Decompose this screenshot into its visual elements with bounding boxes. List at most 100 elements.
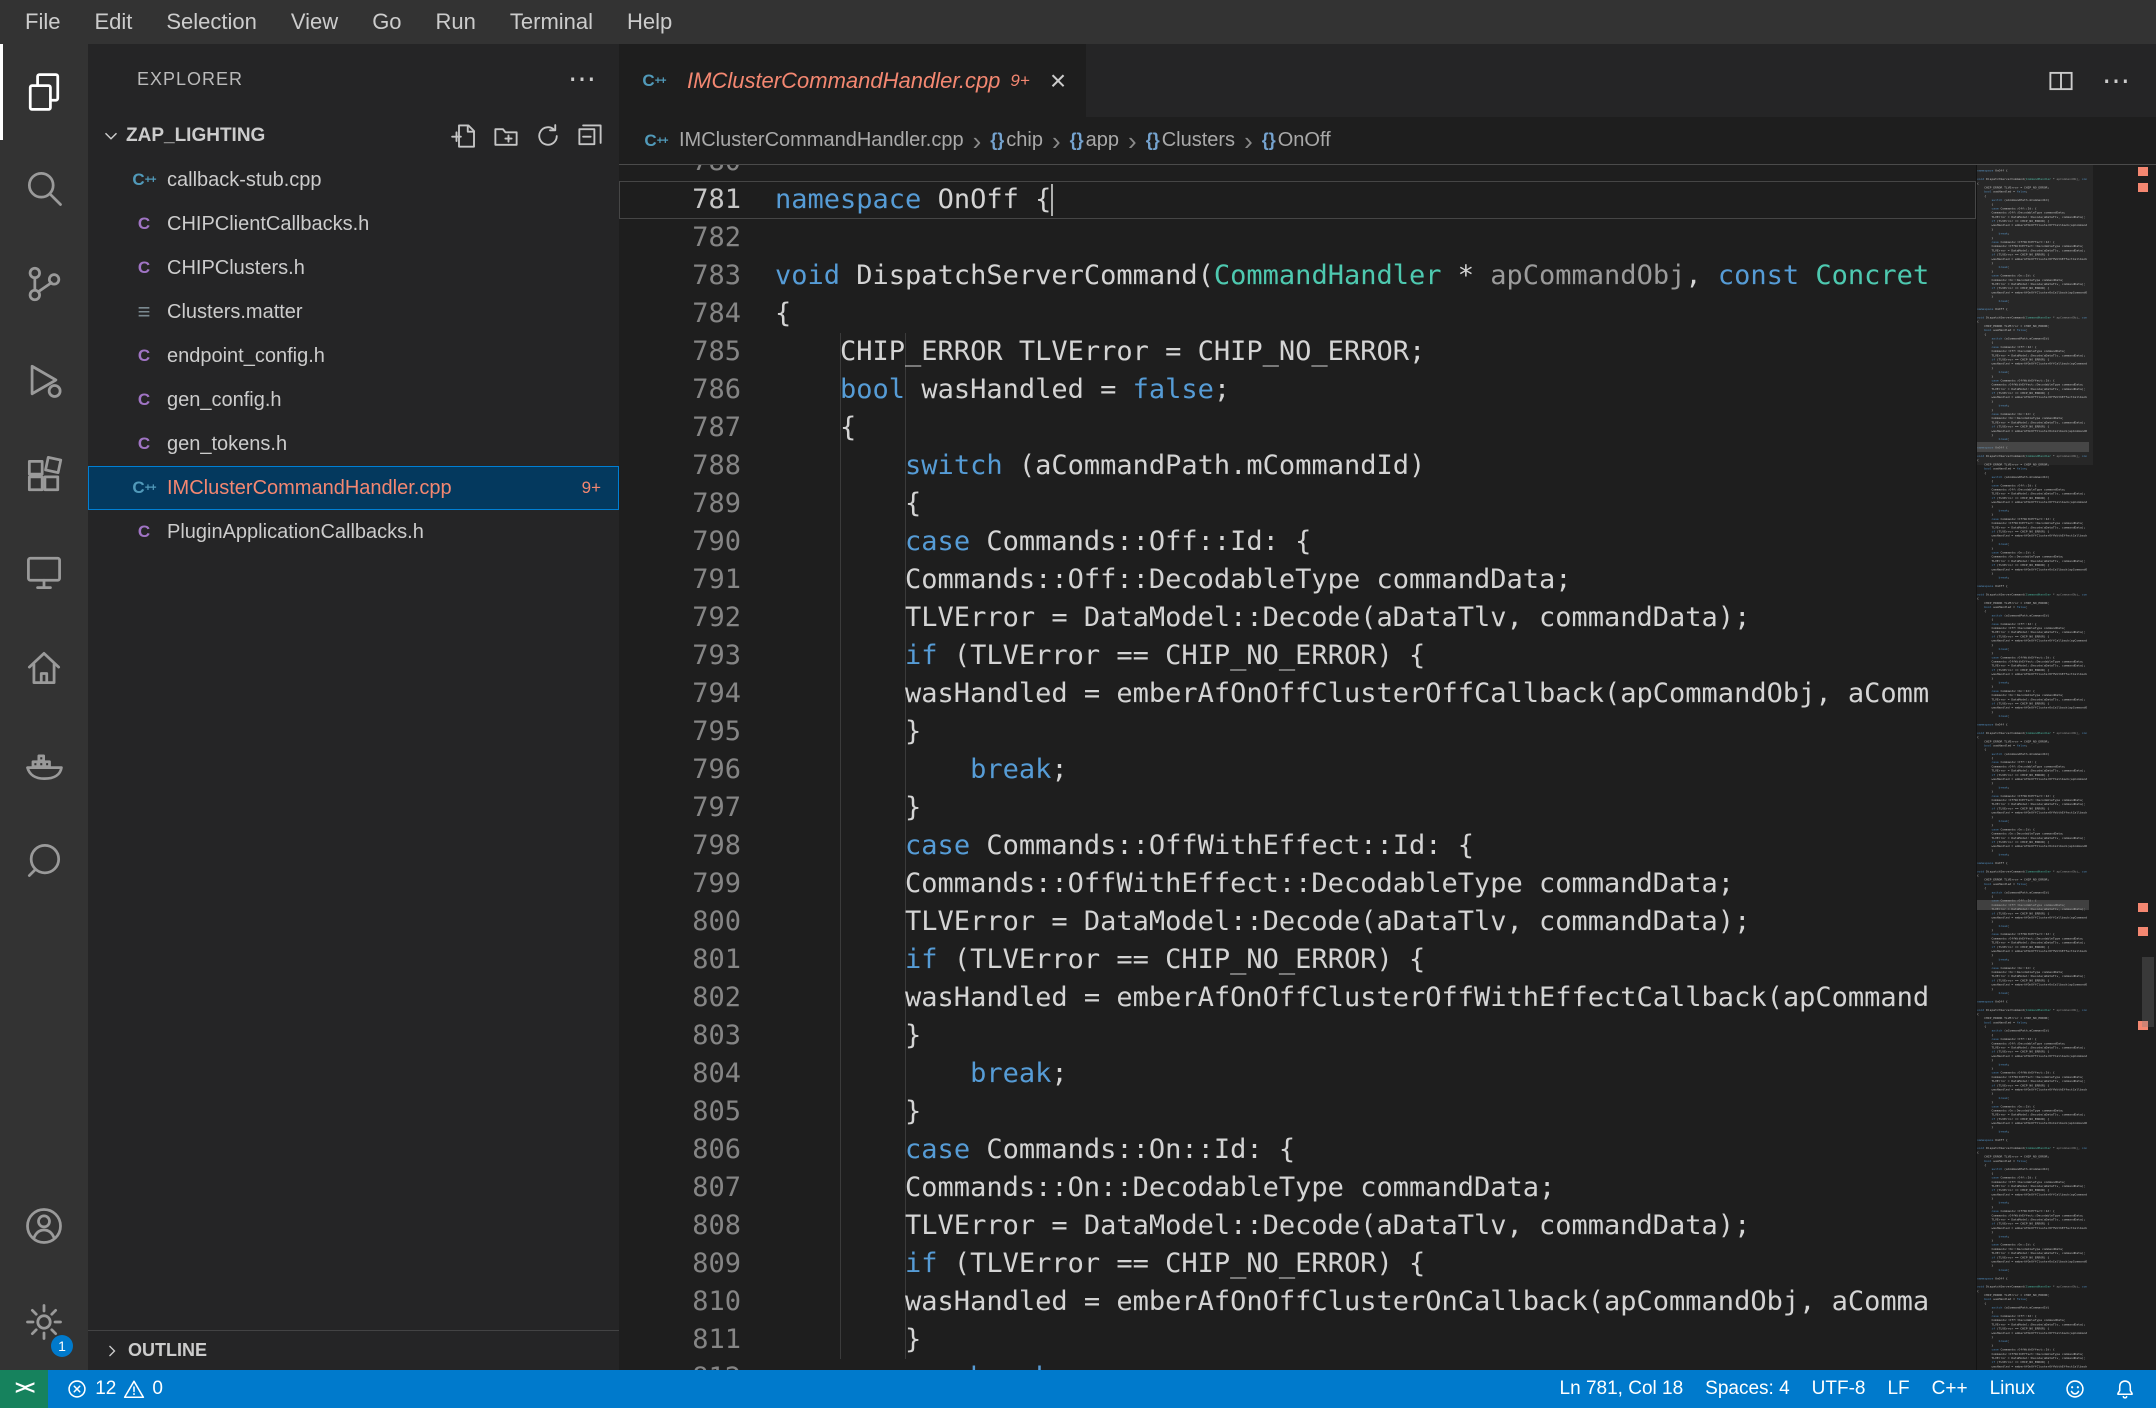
menu-go[interactable]: Go xyxy=(355,0,418,44)
menu-file[interactable]: File xyxy=(8,0,77,44)
code-line-806[interactable]: 806 case Commands::On::Id: { xyxy=(619,1131,1976,1169)
collapse-all-icon[interactable] xyxy=(575,121,605,151)
code-line-797[interactable]: 797 } xyxy=(619,789,1976,827)
code-line-785[interactable]: 785 CHIP_ERROR TLVError = CHIP_NO_ERROR; xyxy=(619,333,1976,371)
code-line-811[interactable]: 811 } xyxy=(619,1321,1976,1359)
breadcrumb-symbol-clusters[interactable]: {} Clusters xyxy=(1146,129,1235,152)
line-number[interactable]: 809 xyxy=(619,1245,741,1283)
line-number[interactable]: 788 xyxy=(619,447,741,485)
menu-help[interactable]: Help xyxy=(610,0,689,44)
line-number[interactable]: 784 xyxy=(619,295,741,333)
explorer-more-actions-icon[interactable]: ⋯ xyxy=(568,65,597,93)
file-row-chipclusters-h[interactable]: C CHIPClusters.h xyxy=(88,246,619,290)
breadcrumb-symbol-chip[interactable]: {} chip xyxy=(990,129,1043,152)
status-language-mode[interactable]: C++ xyxy=(1921,1378,1979,1400)
new-folder-icon[interactable] xyxy=(491,121,521,151)
run-debug-icon[interactable] xyxy=(0,332,88,428)
code-line-782[interactable]: 782 xyxy=(619,219,1976,257)
line-number[interactable]: 795 xyxy=(619,713,741,751)
code-line-789[interactable]: 789 { xyxy=(619,485,1976,523)
file-row-endpoint-config-h[interactable]: Cendpoint_config.h xyxy=(88,334,619,378)
line-number[interactable]: 786 xyxy=(619,371,741,409)
code-line-793[interactable]: 793 if (TLVError == CHIP_NO_ERROR) { xyxy=(619,637,1976,675)
line-number[interactable]: 804 xyxy=(619,1055,741,1093)
line-number[interactable]: 805 xyxy=(619,1093,741,1131)
line-number[interactable]: 807 xyxy=(619,1169,741,1207)
status-cursor-position[interactable]: Ln 781, Col 18 xyxy=(1549,1378,1695,1400)
status-encoding[interactable]: UTF-8 xyxy=(1801,1378,1877,1400)
code-line-791[interactable]: 791 Commands::Off::DecodableType command… xyxy=(619,561,1976,599)
editor-more-actions-icon[interactable]: ⋯ xyxy=(2102,64,2130,97)
minimap[interactable]: namespace OnOff {void DispatchServerComm… xyxy=(1976,165,2156,1370)
feedback-smiley-icon[interactable] xyxy=(2054,1378,2096,1400)
line-number[interactable]: 806 xyxy=(619,1131,741,1169)
line-number[interactable]: 811 xyxy=(619,1321,741,1359)
status-eol[interactable]: LF xyxy=(1876,1378,1920,1400)
line-number[interactable]: 798 xyxy=(619,827,741,865)
settings-gear-icon[interactable]: 1 xyxy=(0,1274,88,1370)
search-icon[interactable] xyxy=(0,140,88,236)
code-line-786[interactable]: 786 bool wasHandled = false; xyxy=(619,371,1976,409)
line-number[interactable]: 802 xyxy=(619,979,741,1017)
code-line-802[interactable]: 802 wasHandled = emberAfOnOffClusterOffW… xyxy=(619,979,1976,1017)
code-line-794[interactable]: 794 wasHandled = emberAfOnOffClusterOffC… xyxy=(619,675,1976,713)
code-line-781[interactable]: 781 namespace OnOff { xyxy=(619,181,1976,219)
breadcrumb-file[interactable]: C ++ IMClusterCommandHandler.cpp xyxy=(641,129,963,152)
docker-icon[interactable] xyxy=(0,716,88,812)
code-line-807[interactable]: 807 Commands::On::DecodableType commandD… xyxy=(619,1169,1976,1207)
circle-tool-icon[interactable] xyxy=(0,812,88,908)
home-icon[interactable] xyxy=(0,620,88,716)
extensions-icon[interactable] xyxy=(0,428,88,524)
line-number[interactable]: 808 xyxy=(619,1207,741,1245)
menu-selection[interactable]: Selection xyxy=(149,0,274,44)
code-line-783[interactable]: 783 void DispatchServerCommand(CommandHan… xyxy=(619,257,1976,295)
tab-close-icon[interactable]: × xyxy=(1050,66,1066,94)
file-row-imclustercommandhandler-cpp[interactable]: C ++ IMClusterCommandHandler.cpp 9+ xyxy=(88,466,619,510)
file-row-gen-tokens-h[interactable]: Cgen_tokens.h xyxy=(88,422,619,466)
line-number[interactable]: 789 xyxy=(619,485,741,523)
line-number[interactable]: 782 xyxy=(619,219,741,257)
code-line-801[interactable]: 801 if (TLVError == CHIP_NO_ERROR) { xyxy=(619,941,1976,979)
code-line-792[interactable]: 792 TLVError = DataModel::Decode(aDataTl… xyxy=(619,599,1976,637)
line-number[interactable]: 803 xyxy=(619,1017,741,1055)
notifications-bell-icon[interactable] xyxy=(2104,1378,2146,1400)
line-number[interactable]: 799 xyxy=(619,865,741,903)
minimap-slider[interactable] xyxy=(1977,165,2093,465)
code-line-787[interactable]: 787 { xyxy=(619,409,1976,447)
code-editor[interactable]: 780781 namespace OnOff {782783 void Dispat… xyxy=(619,165,2156,1370)
line-number[interactable]: 801 xyxy=(619,941,741,979)
line-number[interactable]: 793 xyxy=(619,637,741,675)
outline-section[interactable]: OUTLINE xyxy=(88,1330,619,1370)
code-line-796[interactable]: 796 break; xyxy=(619,751,1976,789)
code-line-795[interactable]: 795 } xyxy=(619,713,1976,751)
code-line-780[interactable]: 780 xyxy=(619,165,1976,181)
problems-status[interactable]: 12 0 xyxy=(56,1370,173,1408)
file-row-pluginapplicationcallbacks-h[interactable]: C PluginApplicationCallbacks.h xyxy=(88,510,619,554)
file-row-clusters-matter[interactable]: ≡ Clusters.matter xyxy=(88,290,619,334)
line-number[interactable]: 781 xyxy=(619,181,741,219)
file-row-callback-stub-cpp[interactable]: C ++ callback-stub.cpp xyxy=(88,158,619,202)
explorer-icon[interactable] xyxy=(0,44,88,140)
code-line-805[interactable]: 805 } xyxy=(619,1093,1976,1131)
line-number[interactable]: 792 xyxy=(619,599,741,637)
split-editor-icon[interactable] xyxy=(2046,66,2076,96)
line-number[interactable]: 780 xyxy=(619,165,741,181)
line-number[interactable]: 791 xyxy=(619,561,741,599)
breadcrumb-symbol-app[interactable]: {} app xyxy=(1070,129,1119,152)
code-line-798[interactable]: 798 case Commands::OffWithEffect::Id: { xyxy=(619,827,1976,865)
code-line-808[interactable]: 808 TLVError = DataModel::Decode(aDataTl… xyxy=(619,1207,1976,1245)
remote-indicator[interactable]: >< xyxy=(0,1370,49,1408)
accounts-icon[interactable] xyxy=(0,1178,88,1274)
file-row-chipclientcallbacks-h[interactable]: C CHIPClientCallbacks.h xyxy=(88,202,619,246)
line-number[interactable]: 812 xyxy=(619,1359,741,1370)
tab-imclustercommandhandler[interactable]: C ++ IMClusterCommandHandler.cpp 9+ × xyxy=(619,44,1087,117)
code-line-790[interactable]: 790 case Commands::Off::Id: { xyxy=(619,523,1976,561)
code-line-800[interactable]: 800 TLVError = DataModel::Decode(aDataTl… xyxy=(619,903,1976,941)
line-number[interactable]: 794 xyxy=(619,675,741,713)
status-indentation[interactable]: Spaces: 4 xyxy=(1694,1378,1801,1400)
menu-terminal[interactable]: Terminal xyxy=(493,0,610,44)
code-line-799[interactable]: 799 Commands::OffWithEffect::DecodableTy… xyxy=(619,865,1976,903)
code-line-803[interactable]: 803 } xyxy=(619,1017,1976,1055)
menu-edit[interactable]: Edit xyxy=(77,0,149,44)
line-number[interactable]: 797 xyxy=(619,789,741,827)
